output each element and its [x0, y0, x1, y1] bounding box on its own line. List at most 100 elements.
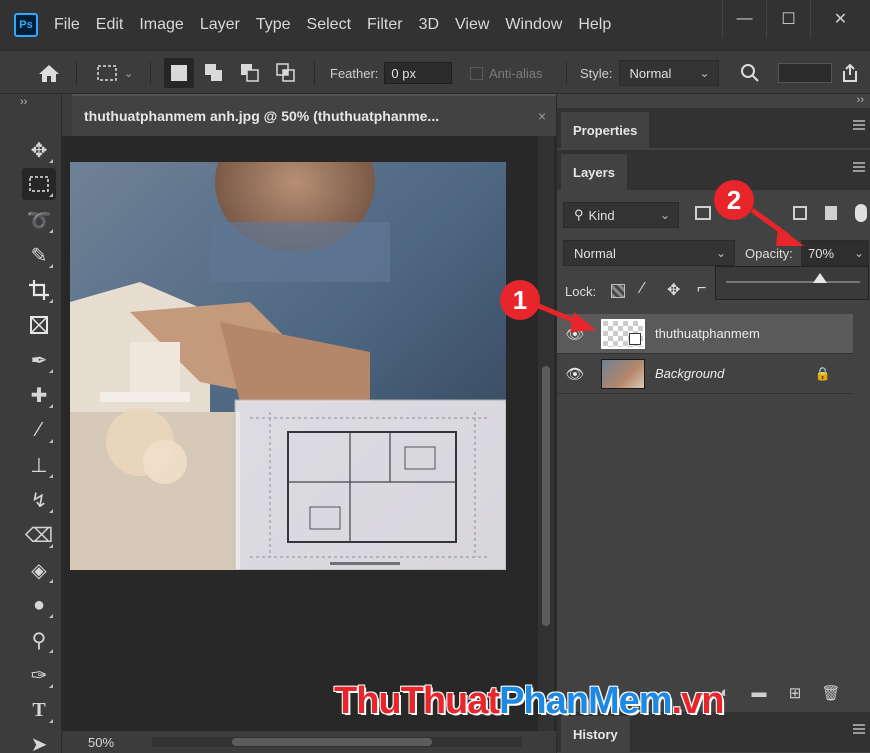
vertical-scrollbar[interactable]	[538, 136, 554, 736]
selection-mode-new[interactable]	[164, 51, 194, 95]
tab-properties[interactable]: Properties	[561, 112, 650, 148]
home-button[interactable]	[38, 51, 60, 95]
opacity-input[interactable]: 70% ⌄	[801, 240, 869, 266]
tab-layers[interactable]: Layers	[561, 154, 627, 190]
close-button[interactable]: ✕	[810, 0, 870, 38]
layer-name[interactable]: thuthuatphanmem	[655, 326, 760, 341]
menu-image[interactable]: Image	[131, 16, 191, 34]
history-menu-icon[interactable]	[853, 724, 865, 734]
blend-mode-dropdown[interactable]: Normal ⌄	[563, 240, 735, 266]
type-tool[interactable]: T	[22, 694, 56, 726]
window-controls: — ☐ ✕	[722, 0, 870, 40]
layer-filter-dropdown[interactable]: ⚲ Kind ⌄	[563, 202, 679, 228]
canvas-image[interactable]	[70, 162, 506, 570]
chevron-down-icon: ⌄	[699, 66, 710, 80]
close-tab-icon[interactable]: ×	[538, 108, 546, 124]
pen-tool[interactable]: ✑	[22, 659, 56, 691]
minimize-button[interactable]: —	[722, 0, 766, 38]
workspace-button[interactable]	[778, 51, 832, 95]
search-icon: ⚲	[574, 207, 584, 222]
path-select-tool[interactable]: ➤	[22, 728, 56, 753]
filter-toggle-icon[interactable]	[855, 204, 867, 222]
opacity-slider-thumb[interactable]	[812, 273, 827, 283]
antialias-check-box[interactable]	[470, 66, 483, 80]
frame-tool[interactable]	[22, 309, 56, 341]
eraser-tool[interactable]: ⌫	[22, 519, 56, 551]
layer-row-thuthuatphanmem[interactable]: 👁 thuthuatphanmem	[557, 314, 853, 354]
new-group-folder-icon[interactable]: ▬	[749, 684, 769, 702]
blur-tool[interactable]: ●	[22, 589, 56, 621]
new-layer-icon[interactable]: ⊞	[785, 684, 805, 702]
crop-tool[interactable]	[22, 274, 56, 306]
paint-bucket-tool[interactable]: ◈	[22, 554, 56, 586]
menu-select[interactable]: Select	[299, 16, 359, 34]
selection-mode-add[interactable]	[204, 51, 224, 95]
menu-window[interactable]: Window	[497, 16, 570, 34]
layers-menu-icon[interactable]	[853, 162, 865, 172]
quick-select-tool[interactable]: ✎	[22, 239, 56, 271]
stamp-icon: ⊥	[30, 454, 48, 477]
history-brush-tool[interactable]: ↯	[22, 484, 56, 516]
selection-mode-subtract[interactable]	[240, 51, 260, 95]
search-icon	[741, 64, 759, 82]
menu-layer[interactable]: Layer	[192, 16, 248, 34]
healing-brush-tool[interactable]: ✚	[22, 379, 56, 411]
horizontal-scroll-thumb[interactable]	[232, 738, 432, 746]
style-dropdown[interactable]: Normal ⌄	[618, 60, 719, 86]
brush-tool[interactable]: ⁄	[22, 414, 56, 446]
menu-file[interactable]: File	[46, 16, 88, 34]
filter-smart-object-icon[interactable]	[825, 206, 837, 220]
antialias-label: Anti-alias	[489, 65, 543, 81]
vertical-scroll-thumb[interactable]	[542, 366, 550, 626]
eyedropper-tool[interactable]: ✒	[22, 344, 56, 376]
feather-input[interactable]	[384, 62, 453, 84]
opacity-slider-track[interactable]	[726, 281, 860, 283]
style-value: Normal	[629, 65, 672, 81]
style-label: Style:	[580, 65, 613, 81]
watermark-part1: ThuThuat	[334, 680, 500, 722]
zoom-level[interactable]: 50%	[88, 735, 114, 750]
rect-marquee-tool[interactable]	[22, 168, 56, 200]
chevron-down-icon: ⌄	[659, 208, 670, 222]
filter-pixel-icon[interactable]	[695, 206, 711, 220]
lock-pixels-icon[interactable]: ⁄	[641, 280, 644, 298]
menu-3d[interactable]: 3D	[411, 16, 447, 34]
document-tab-title: thuthuatphanmem anh.jpg @ 50% (thuthuatp…	[84, 108, 440, 124]
blur-drop-icon: ●	[32, 593, 46, 616]
visibility-eye-icon[interactable]: 👁	[557, 365, 593, 383]
lasso-tool[interactable]: ➰	[22, 204, 56, 236]
watermark-logo: ThuThuatPhanMem.vn	[334, 680, 724, 723]
menu-view[interactable]: View	[447, 16, 497, 34]
move-tool[interactable]: ✥	[22, 134, 56, 166]
horizontal-scrollbar[interactable]	[152, 737, 522, 747]
layer-row-background[interactable]: 👁 Background 🔒	[557, 354, 853, 394]
trash-icon[interactable]: 🗑	[821, 684, 841, 702]
collapse-tools-icon[interactable]: ››	[20, 96, 27, 108]
share-button[interactable]	[840, 51, 860, 95]
document-tab[interactable]: thuthuatphanmem anh.jpg @ 50% (thuthuatp…	[72, 94, 572, 136]
lock-artboard-icon[interactable]: ⌐	[697, 280, 706, 298]
lock-position-icon[interactable]: ✥	[667, 280, 680, 300]
menu-edit[interactable]: Edit	[88, 16, 132, 34]
properties-panel-header: Properties	[557, 108, 870, 148]
photo-artwork	[70, 162, 506, 570]
maximize-button[interactable]: ☐	[766, 0, 810, 38]
paint-bucket-icon: ◈	[31, 559, 47, 582]
antialias-checkbox[interactable]: Anti-alias	[470, 51, 542, 95]
layer-name[interactable]: Background	[655, 366, 724, 381]
lock-transparency-icon[interactable]	[611, 284, 625, 298]
photoshop-logo-icon[interactable]: Ps	[14, 13, 38, 37]
dodge-icon: ⚲	[31, 629, 47, 652]
dodge-tool[interactable]: ⚲	[22, 624, 56, 656]
collapse-panels-icon[interactable]: ››	[857, 94, 864, 106]
marquee-preset-button[interactable]: ⌄	[96, 51, 133, 95]
chevron-down-icon: ⌄	[124, 67, 134, 80]
menu-help[interactable]: Help	[570, 16, 619, 34]
selection-mode-intersect[interactable]	[276, 51, 296, 95]
menu-filter[interactable]: Filter	[359, 16, 411, 34]
home-icon	[39, 65, 59, 82]
search-button[interactable]	[740, 51, 760, 95]
clone-stamp-tool[interactable]: ⊥	[22, 449, 56, 481]
properties-menu-icon[interactable]	[853, 120, 865, 130]
menu-type[interactable]: Type	[248, 16, 299, 34]
